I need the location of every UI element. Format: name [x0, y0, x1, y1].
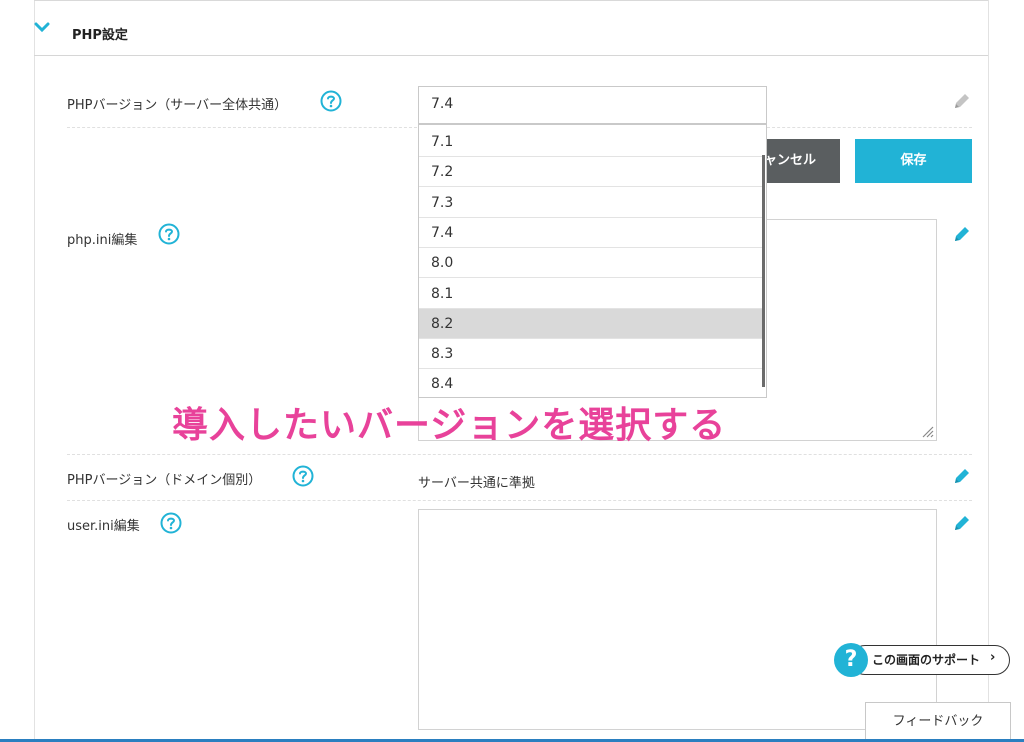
right-border	[988, 0, 989, 742]
php-version-select[interactable]: 7.4	[418, 86, 767, 124]
dropdown-option[interactable]: 8.0	[419, 248, 765, 278]
php-version-domain-label: PHPバージョン（ドメイン個別）	[67, 473, 262, 488]
row-divider	[67, 454, 972, 455]
dropdown-option[interactable]: 8.2	[419, 309, 765, 339]
dropdown-scrollbar[interactable]	[762, 155, 765, 387]
save-button[interactable]: 保存	[855, 139, 972, 183]
pencil-icon[interactable]	[952, 466, 972, 486]
pencil-icon[interactable]	[952, 224, 972, 244]
php-version-domain-value: サーバー共通に準拠	[418, 476, 535, 491]
help-icon[interactable]	[320, 90, 342, 112]
dropdown-option[interactable]: 8.3	[419, 339, 765, 369]
dropdown-option[interactable]: 8.4	[419, 369, 765, 397]
help-icon[interactable]	[158, 223, 180, 245]
dropdown-option[interactable]: 7.3	[419, 188, 765, 218]
php-ini-label: php.ini編集	[67, 233, 138, 248]
dropdown-option[interactable]: 7.1	[419, 127, 765, 157]
question-icon: ?	[834, 643, 868, 677]
pencil-icon[interactable]	[952, 91, 972, 111]
php-settings-section-header[interactable]: PHP設定	[34, 0, 988, 56]
support-label: この画面のサポート	[872, 653, 981, 667]
row-divider	[767, 127, 972, 128]
row-divider	[67, 127, 417, 128]
dropdown-option[interactable]: 8.1	[419, 279, 765, 309]
php-version-server-label: PHPバージョン（サーバー全体共通）	[67, 98, 288, 113]
chevron-right-icon: ›	[990, 650, 996, 665]
pencil-icon[interactable]	[952, 513, 972, 533]
dropdown-option[interactable]: 7.2	[419, 157, 765, 187]
help-icon[interactable]	[160, 512, 182, 534]
left-border	[34, 0, 35, 742]
dropdown-option[interactable]: 7.4	[419, 218, 765, 248]
select-value: 7.4	[431, 96, 454, 112]
screen-support-button[interactable]: ? この画面のサポート ›	[834, 643, 1012, 677]
resize-grip-icon[interactable]	[920, 424, 934, 438]
user-ini-textarea[interactable]	[418, 509, 937, 730]
php-version-dropdown-list[interactable]: 8.4 8.3 8.2 8.1 8.0 7.4 7.3 7.2 7.1	[418, 124, 767, 398]
help-icon[interactable]	[292, 465, 314, 487]
php-settings-page: PHP設定 PHPバージョン（サーバー全体共通） 7.4 ャンセル 保存 php…	[0, 0, 1024, 742]
row-divider	[67, 500, 972, 501]
section-title: PHP設定	[72, 28, 128, 43]
annotation-text: 導入したいバージョンを選択する	[172, 405, 727, 446]
feedback-button[interactable]: フィードバック	[865, 702, 1011, 742]
user-ini-label: user.ini編集	[67, 519, 140, 534]
chevron-down-icon	[34, 22, 50, 33]
